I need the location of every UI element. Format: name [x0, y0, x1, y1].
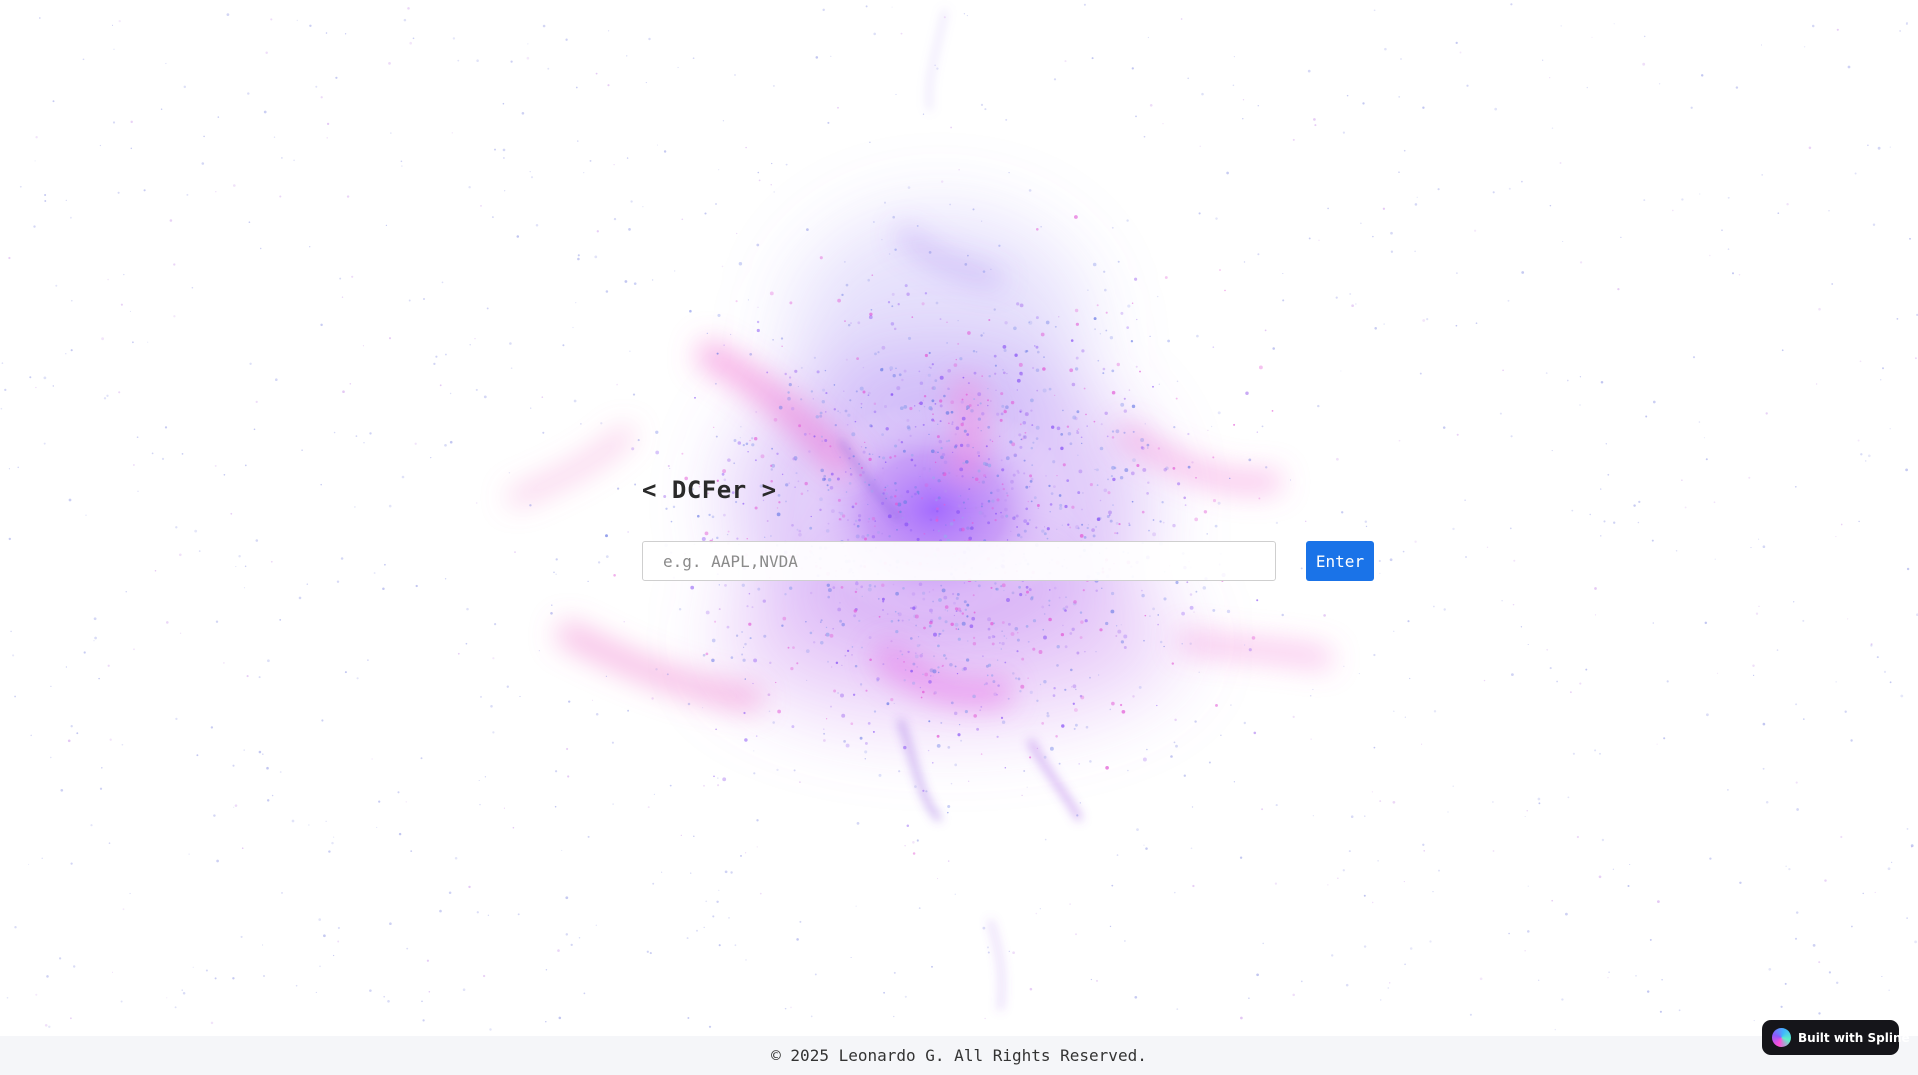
page: < DCFer > Enter © 2025 Leonardo G. All R… — [0, 0, 1918, 1075]
spline-logo-icon — [1772, 1028, 1791, 1047]
enter-button[interactable]: Enter — [1306, 541, 1374, 581]
particle-background — [0, 3, 1918, 1031]
built-with-spline-badge[interactable]: Built with Spline — [1762, 1020, 1910, 1055]
badge-label: Built with Spline — [1798, 1030, 1910, 1045]
cloud-core — [795, 400, 1075, 620]
footer: © 2025 Leonardo G. All Rights Reserved. — [0, 1036, 1918, 1075]
page-title: < DCFer > — [642, 476, 777, 504]
copyright-text: © 2025 Leonardo G. All Rights Reserved. — [771, 1046, 1147, 1065]
ticker-search-input[interactable] — [642, 541, 1276, 581]
